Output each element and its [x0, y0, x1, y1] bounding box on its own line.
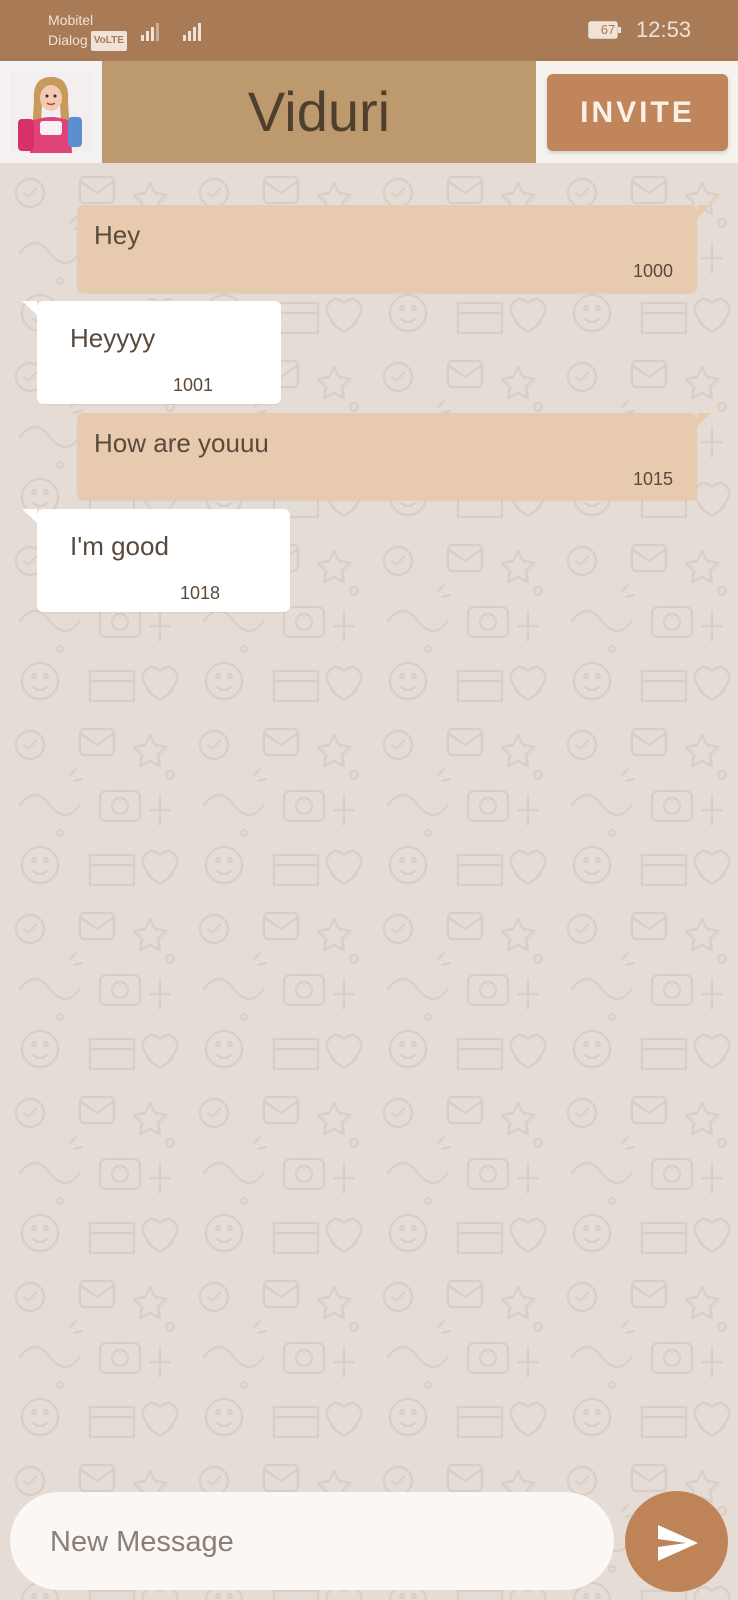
carrier-info: Mobitel Dialog VoLTE — [48, 10, 127, 52]
contact-name: Viduri — [247, 80, 391, 143]
message-text: Heyyyy — [70, 323, 156, 353]
avatar-container[interactable] — [0, 61, 102, 163]
volte-badge: VoLTE — [90, 31, 127, 52]
bubble-tail — [22, 509, 37, 523]
message-composer[interactable] — [10, 1492, 614, 1592]
status-bar: Mobitel Dialog VoLTE 67 12:53 — [0, 0, 738, 61]
carrier-name-2: Dialog — [48, 32, 88, 48]
chat-area[interactable]: Hey 1000 Heyyyy 1001 How are youuu 1015 … — [0, 163, 738, 1600]
avatar[interactable] — [10, 71, 92, 153]
battery-level: 67 — [600, 22, 616, 37]
message-text: Hey — [94, 220, 141, 250]
clock: 12:53 — [636, 17, 692, 42]
message-timestamp: 1015 — [632, 469, 673, 489]
send-icon — [658, 1525, 698, 1561]
carrier-name-1: Mobitel — [48, 12, 94, 28]
bubble-tail — [22, 301, 37, 315]
invite-button[interactable]: INVITE — [547, 74, 728, 151]
chat-header: Viduri INVITE — [0, 61, 738, 163]
message-text: I'm good — [70, 531, 169, 561]
message-bubble-incoming[interactable]: I'm good 1018 — [22, 509, 290, 612]
message-text: How are youuu — [94, 428, 269, 458]
bubble-tail — [697, 205, 711, 219]
message-timestamp: 1000 — [632, 261, 673, 281]
title-bar: Viduri — [102, 61, 536, 163]
message-timestamp: 1018 — [180, 583, 221, 603]
message-bubble-outgoing[interactable]: Hey 1000 — [77, 205, 711, 293]
signal-icon-1 — [141, 23, 159, 41]
message-bubble-incoming[interactable]: Heyyyy 1001 — [22, 301, 281, 404]
girl-photo-avatar-icon — [10, 71, 92, 153]
signal-icon-2 — [183, 23, 201, 41]
message-bubble-outgoing[interactable]: How are youuu 1015 — [77, 413, 711, 500]
bubble-tail — [697, 413, 711, 427]
send-button[interactable] — [625, 1491, 728, 1592]
message-input[interactable] — [48, 1492, 592, 1592]
message-timestamp: 1001 — [173, 375, 214, 395]
